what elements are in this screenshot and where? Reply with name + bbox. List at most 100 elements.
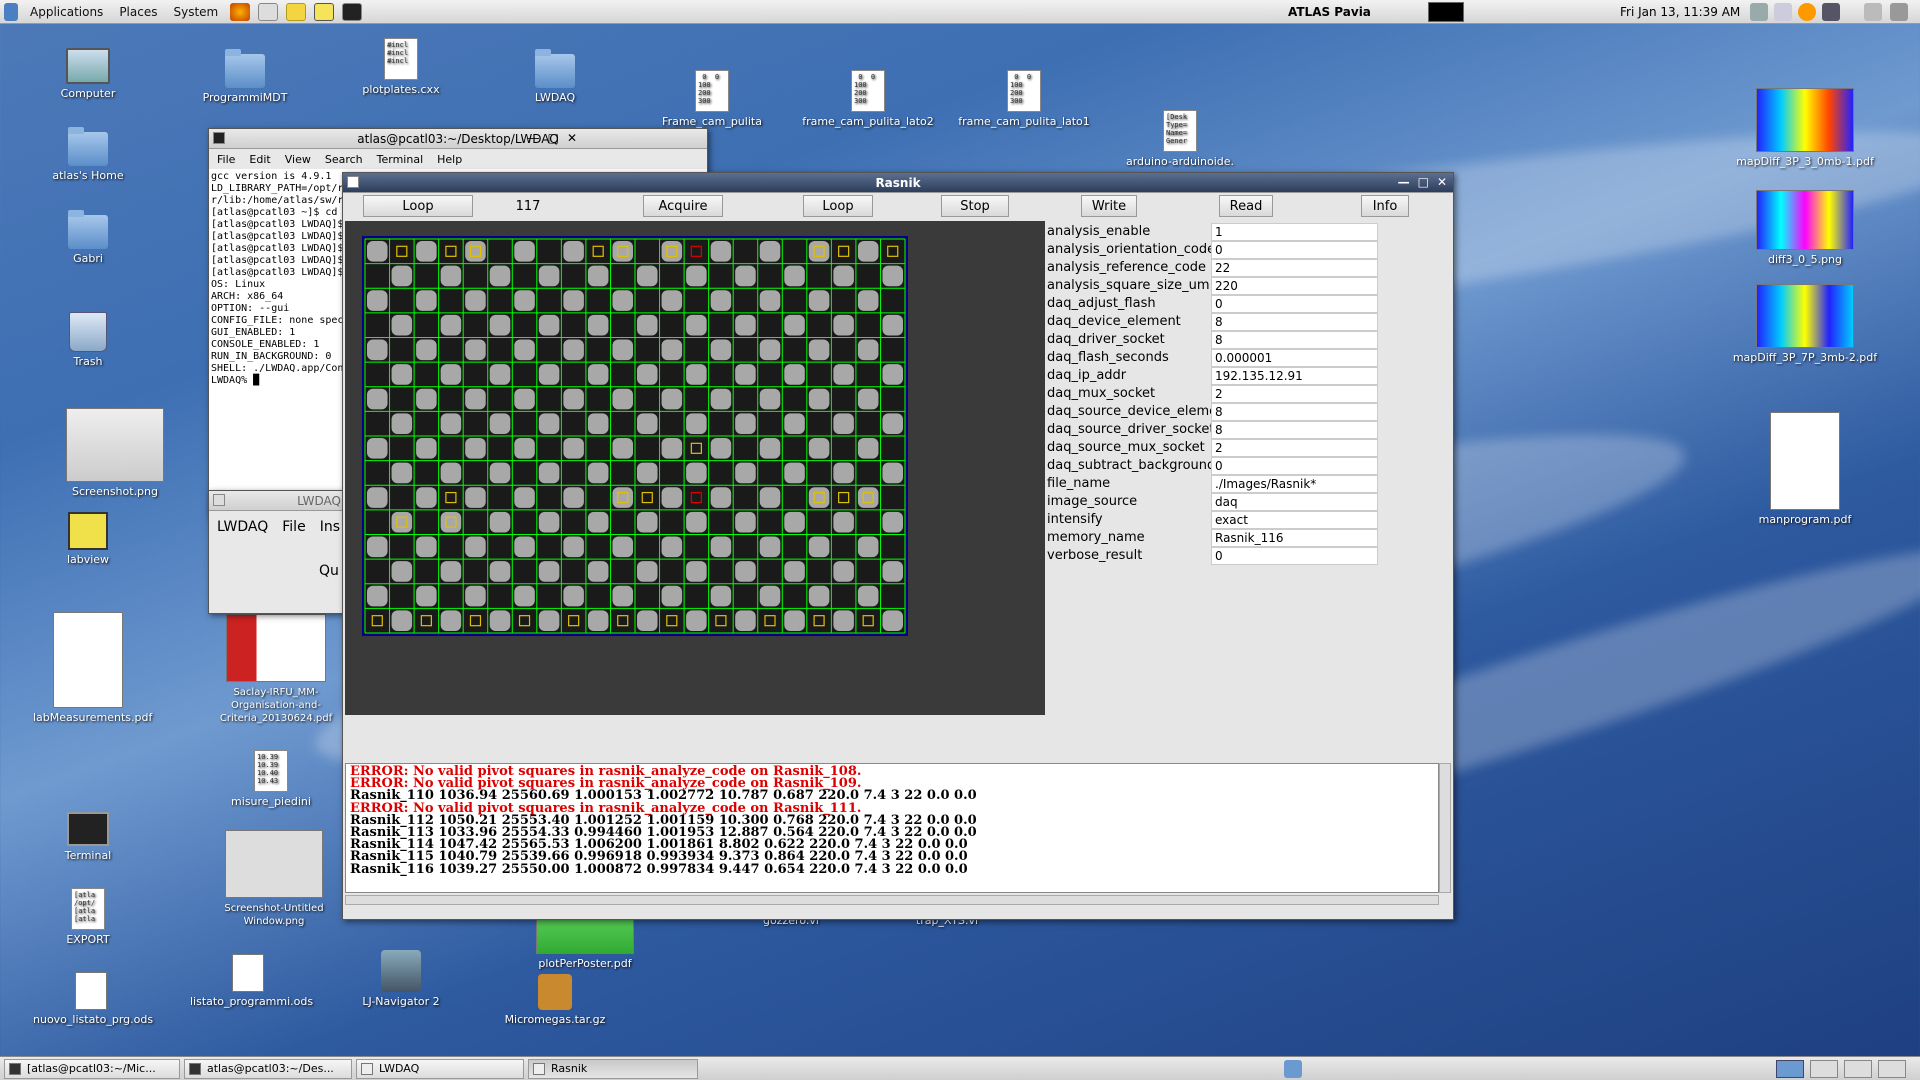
param-value-field[interactable]: ./Images/Rasnik* <box>1211 475 1378 493</box>
minimize-icon[interactable]: — <box>528 131 540 145</box>
workspace-4[interactable] <box>1878 1060 1906 1078</box>
loop-run-button[interactable]: Loop <box>803 195 873 217</box>
param-value-field[interactable]: 8 <box>1211 403 1378 421</box>
menu-applications[interactable]: Applications <box>22 5 111 19</box>
desktop-icon-nuovo-listato[interactable]: nuovo_listato_prg.ods <box>33 972 153 1026</box>
desktop-icon-trash[interactable]: Trash <box>33 312 143 368</box>
menu-lwdaq[interactable]: LWDAQ <box>217 519 268 535</box>
desktop-icon-diff3[interactable]: diff3_0_5.png <box>1730 190 1880 266</box>
desktop-icon-export[interactable]: [atla /opt/ [atla [atla EXPORT <box>33 888 143 946</box>
firefox-icon[interactable] <box>230 2 251 21</box>
workspace-switcher[interactable] <box>1428 2 1464 22</box>
terminal-launcher-icon[interactable] <box>342 2 363 21</box>
desktop-icon-gabri[interactable]: Gabri <box>33 210 143 265</box>
workspace-3[interactable] <box>1844 1060 1872 1078</box>
param-value-field[interactable]: 0 <box>1211 547 1378 565</box>
acquire-button[interactable]: Acquire <box>643 195 723 217</box>
menu-places[interactable]: Places <box>111 5 165 19</box>
desktop-icon-labview[interactable]: labview <box>33 512 143 566</box>
param-value-field[interactable]: daq <box>1211 493 1378 511</box>
param-value-field[interactable]: 2 <box>1211 385 1378 403</box>
labview-launcher-icon[interactable] <box>314 2 335 21</box>
desktop-icon-plotperposter[interactable]: plotPerPoster.pdf <box>530 918 640 970</box>
write-button[interactable]: Write <box>1081 195 1137 217</box>
rasnik-image-panel[interactable] <box>345 221 1045 715</box>
quit-button[interactable]: Qu <box>319 563 339 579</box>
trash-applet-icon[interactable] <box>1284 1060 1302 1078</box>
network-icon[interactable] <box>1750 3 1768 21</box>
param-value-field[interactable]: 220 <box>1211 277 1378 295</box>
desktop-icon-mapdiff-2[interactable]: mapDiff_3P_7P_3mb-2.pdf <box>1730 284 1880 364</box>
menu-system[interactable]: System <box>165 5 226 19</box>
mail-icon[interactable] <box>258 2 279 21</box>
workspace-1[interactable] <box>1776 1060 1804 1078</box>
menu-instruments[interactable]: Ins <box>320 519 340 535</box>
desktop-icon-frame-cam-lato1[interactable]: 0 0 100 200 300 frame_cam_pulita_lato1 <box>956 70 1092 128</box>
power-icon[interactable] <box>1890 3 1908 21</box>
loop-button[interactable]: Loop <box>363 195 473 217</box>
console-scrollbar[interactable] <box>1439 763 1451 893</box>
desktop-icon-lj-navigator[interactable]: LJ-Navigator 2 <box>346 950 456 1008</box>
param-value-field[interactable]: 1 <box>1211 223 1378 241</box>
info-button[interactable]: Info <box>1361 195 1409 217</box>
result-console[interactable]: ERROR: No valid pivot squares in rasnik_… <box>345 763 1439 893</box>
desktop-icon-programmimdt[interactable]: ProgrammiMDT <box>190 49 300 104</box>
desktop-icon-terminal[interactable]: Terminal <box>33 812 143 862</box>
system-monitor-icon[interactable] <box>1822 3 1840 21</box>
lwdaq-titlebar[interactable]: LWDAQ <box>209 491 347 511</box>
rasnik-image[interactable] <box>345 221 1045 715</box>
update-icon[interactable] <box>1798 3 1816 21</box>
desktop-icon-saclay-pdf[interactable]: Saclay-IRFU_MM-Organisation-and-Criteria… <box>216 614 336 724</box>
param-value-field[interactable]: 0 <box>1211 457 1378 475</box>
desktop-icon-lwdaq[interactable]: LWDAQ <box>500 49 610 104</box>
desktop-icon-screenshot[interactable]: Screenshot.png <box>60 408 170 498</box>
clock[interactable]: Fri Jan 13, 11:39 AM <box>1620 5 1740 19</box>
maximize-icon[interactable]: □ <box>1418 175 1429 189</box>
desktop-icon-plotplates[interactable]: #incl #incl #incl plotplates.cxx <box>346 38 456 96</box>
desktop-icon-home[interactable]: atlas's Home <box>33 127 143 182</box>
menu-help[interactable]: Help <box>437 153 462 166</box>
menu-view[interactable]: View <box>285 153 311 166</box>
desktop-icon-mapdiff-1[interactable]: mapDiff_3P_3_0mb-1.pdf <box>1730 88 1880 168</box>
param-value-field[interactable]: 22 <box>1211 259 1378 277</box>
desktop-icon-arduino[interactable]: [Desk Type= Name= Gener arduino-arduinoi… <box>1120 110 1240 168</box>
param-value-field[interactable]: 8 <box>1211 313 1378 331</box>
maximize-icon[interactable]: □ <box>548 131 559 145</box>
param-value-field[interactable]: 0.000001 <box>1211 349 1378 367</box>
param-value-field[interactable]: 8 <box>1211 331 1378 349</box>
param-value-field[interactable]: 0 <box>1211 295 1378 313</box>
task-terminal-mic[interactable]: [atlas@pcatl03:~/Mic... <box>4 1059 180 1079</box>
task-terminal-desktop[interactable]: atlas@pcatl03:~/Des... <box>184 1059 352 1079</box>
menu-terminal[interactable]: Terminal <box>377 153 424 166</box>
menu-edit[interactable]: Edit <box>249 153 270 166</box>
menu-file[interactable]: File <box>282 519 305 535</box>
terminal-titlebar[interactable]: atlas@pcatl03:~/Desktop/LWDAQ — □ ✕ <box>209 129 707 149</box>
rasnik-window[interactable]: Rasnik — □ ✕ Loop 117 Acquire Loop Stop Wr… <box>342 172 1454 920</box>
param-value-field[interactable]: 8 <box>1211 421 1378 439</box>
menu-search[interactable]: Search <box>325 153 363 166</box>
close-icon[interactable]: ✕ <box>567 131 577 145</box>
param-value-field[interactable]: 2 <box>1211 439 1378 457</box>
rasnik-titlebar[interactable]: Rasnik — □ ✕ <box>343 173 1453 193</box>
task-lwdaq[interactable]: LWDAQ <box>356 1059 524 1079</box>
read-button[interactable]: Read <box>1219 195 1273 217</box>
workspace-2[interactable] <box>1810 1060 1838 1078</box>
minimize-icon[interactable]: — <box>1398 175 1410 189</box>
cloud-icon[interactable] <box>1774 3 1792 21</box>
param-value-field[interactable]: 192.135.12.91 <box>1211 367 1378 385</box>
desktop-icon-labmeasurements[interactable]: labMeasurements.pdf <box>33 612 152 724</box>
desktop-icon-manprogram[interactable]: manprogram.pdf <box>1730 412 1880 526</box>
desktop-icon-screenshot-untitled[interactable]: Screenshot-Untitled Window.png <box>216 830 332 927</box>
console-hscrollbar[interactable] <box>345 895 1439 905</box>
gnome-foot-icon[interactable] <box>4 2 18 21</box>
menu-file[interactable]: File <box>217 153 235 166</box>
desktop-icon-micromegas[interactable]: Micromegas.tar.gz <box>500 974 610 1026</box>
desktop-icon-listato-programmi[interactable]: listato_programmi.ods <box>190 954 313 1008</box>
param-value-field[interactable]: 0 <box>1211 241 1378 259</box>
stop-button[interactable]: Stop <box>941 195 1009 217</box>
notes-icon[interactable] <box>286 2 307 21</box>
desktop-icon-misure-piedini[interactable]: 10.39 10.39 10.40 10.43 misure_piedini <box>216 750 326 808</box>
lwdaq-window[interactable]: LWDAQ LWDAQ File Ins Qu <box>208 490 348 614</box>
param-value-field[interactable]: exact <box>1211 511 1378 529</box>
desktop-icon-frame-cam-lato2[interactable]: 0 0 100 200 300 frame_cam_pulita_lato2 <box>800 70 936 128</box>
